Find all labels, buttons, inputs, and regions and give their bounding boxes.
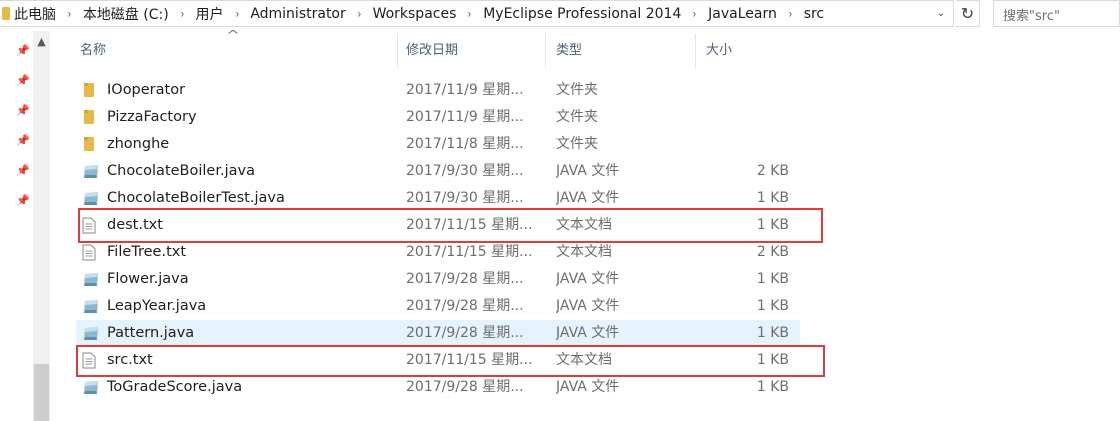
folder-icon xyxy=(2,7,10,20)
file-name: Pattern.java xyxy=(107,325,195,341)
file-date: 2017/9/28 星期... xyxy=(406,325,524,341)
file-type: JAVA 文件 xyxy=(556,379,620,395)
file-date: 2017/9/30 星期... xyxy=(406,163,524,179)
column-header-name[interactable]: 名称 xyxy=(76,34,398,68)
file-row[interactable]: Pattern.java 2017/9/28 星期... JAVA 文件 1 KB xyxy=(76,320,800,347)
file-type: JAVA 文件 xyxy=(556,325,620,341)
file-type: 文件夹 xyxy=(556,82,598,98)
pin-icon[interactable]: 📌 xyxy=(16,195,30,207)
column-header-date[interactable]: 修改日期 xyxy=(402,34,546,68)
file-size: 1 KB xyxy=(756,298,789,314)
breadcrumb-item-current[interactable]: src xyxy=(804,6,824,22)
file-size: 2 KB xyxy=(756,244,789,260)
text-file-icon xyxy=(82,244,100,261)
file-date: 2017/9/28 星期... xyxy=(406,271,524,287)
file-name: ToGradeScore.java xyxy=(107,379,243,395)
file-row[interactable]: FileTree.txt 2017/11/15 星期... 文本文档 2 KB xyxy=(76,239,800,266)
chevron-right-icon[interactable]: › xyxy=(788,7,792,21)
java-file-icon xyxy=(82,379,100,396)
file-name: Flower.java xyxy=(107,271,189,287)
file-size xyxy=(696,104,789,131)
file-date: 2017/11/9 星期... xyxy=(406,82,524,98)
pin-icon[interactable]: 📌 xyxy=(16,45,30,57)
file-type: JAVA 文件 xyxy=(556,163,620,179)
file-row[interactable]: Flower.java 2017/9/28 星期... JAVA 文件 1 KB xyxy=(76,266,800,293)
chevron-right-icon[interactable]: › xyxy=(235,7,239,21)
java-file-icon xyxy=(82,325,100,342)
breadcrumb-item[interactable]: 本地磁盘 (C:) xyxy=(83,4,169,24)
pin-icon[interactable]: 📌 xyxy=(16,105,30,117)
highlight-box xyxy=(76,345,825,377)
scroll-up-icon[interactable]: ▲ xyxy=(33,35,50,49)
address-box[interactable]: 此电脑 › 本地磁盘 (C:) › 用户 › Administrator › W… xyxy=(0,0,954,27)
file-row[interactable]: zhonghe 2017/11/8 星期... 文件夹 xyxy=(76,131,800,158)
column-header-row: ^ 名称 修改日期 类型 大小 xyxy=(76,28,800,68)
file-name: LeapYear.java xyxy=(107,298,207,314)
chevron-right-icon[interactable]: › xyxy=(357,7,361,21)
breadcrumb: 此电脑 › 本地磁盘 (C:) › 用户 › Administrator › W… xyxy=(14,1,824,27)
file-date: 2017/11/8 星期... xyxy=(406,136,524,152)
pin-icon[interactable]: 📌 xyxy=(16,75,30,87)
file-size: 1 KB xyxy=(756,325,789,341)
nav-pane-scrollbar[interactable]: ▲ xyxy=(33,31,50,421)
file-name: PizzaFactory xyxy=(107,109,197,125)
folder-icon xyxy=(82,82,100,99)
highlight-box xyxy=(78,208,823,243)
file-date: 2017/9/28 星期... xyxy=(406,298,524,314)
breadcrumb-item[interactable]: 此电脑 xyxy=(14,4,56,24)
breadcrumb-item[interactable]: 用户 xyxy=(196,4,224,24)
address-bar: 此电脑 › 本地磁盘 (C:) › 用户 › Administrator › W… xyxy=(0,0,1120,28)
chevron-right-icon[interactable]: › xyxy=(693,7,697,21)
java-file-icon xyxy=(82,190,100,207)
file-type: 文件夹 xyxy=(556,136,598,152)
file-name: FileTree.txt xyxy=(107,244,187,260)
file-size: 1 KB xyxy=(756,271,789,287)
chevron-right-icon[interactable]: › xyxy=(180,7,184,21)
column-header-size[interactable]: 大小 xyxy=(702,34,798,68)
file-row[interactable]: LeapYear.java 2017/9/28 星期... JAVA 文件 1 KB xyxy=(76,293,800,320)
search-placeholder: 搜索"src" xyxy=(1003,9,1060,24)
file-size: 1 KB xyxy=(756,379,789,395)
chevron-right-icon[interactable]: › xyxy=(67,7,71,21)
folder-icon xyxy=(82,109,100,126)
file-type: JAVA 文件 xyxy=(556,271,620,287)
column-header-type[interactable]: 类型 xyxy=(552,34,696,68)
file-type: JAVA 文件 xyxy=(556,298,620,314)
breadcrumb-item[interactable]: Administrator xyxy=(250,6,345,22)
file-size: 2 KB xyxy=(756,163,789,179)
pin-icon[interactable]: 📌 xyxy=(16,135,30,147)
search-input[interactable]: 搜索"src" xyxy=(993,0,1120,27)
file-name: ChocolateBoiler.java xyxy=(107,163,255,179)
java-file-icon xyxy=(82,271,100,288)
file-row[interactable]: ChocolateBoiler.java 2017/9/30 星期... JAVA … xyxy=(76,158,800,185)
file-name: IOoperator xyxy=(107,82,186,98)
breadcrumb-item[interactable]: JavaLearn xyxy=(708,6,777,22)
file-name: zhonghe xyxy=(107,136,170,152)
file-row[interactable]: ToGradeScore.java 2017/9/28 星期... JAVA 文件 1… xyxy=(76,374,800,401)
file-type: 文件夹 xyxy=(556,109,598,125)
java-file-icon xyxy=(82,298,100,315)
file-size xyxy=(696,131,789,158)
scrollbar-thumb[interactable] xyxy=(34,364,49,421)
chevron-right-icon[interactable]: › xyxy=(468,7,472,21)
file-date: 2017/11/15 星期... xyxy=(406,244,533,260)
folder-icon xyxy=(82,136,100,153)
chevron-down-icon[interactable]: ⌄ xyxy=(932,5,950,23)
file-date: 2017/11/9 星期... xyxy=(406,109,524,125)
file-date: 2017/9/28 星期... xyxy=(406,379,524,395)
breadcrumb-item[interactable]: Workspaces xyxy=(373,6,457,22)
file-row[interactable]: IOoperator 2017/11/9 星期... 文件夹 xyxy=(76,77,800,104)
breadcrumb-item[interactable]: MyEclipse Professional 2014 xyxy=(483,6,681,22)
java-file-icon xyxy=(82,163,100,180)
file-size xyxy=(696,77,789,104)
pin-icon[interactable]: 📌 xyxy=(16,165,30,177)
file-type: 文本文档 xyxy=(556,244,612,260)
file-row[interactable]: PizzaFactory 2017/11/9 星期... 文件夹 xyxy=(76,104,800,131)
refresh-button[interactable]: ↻ xyxy=(956,0,980,27)
